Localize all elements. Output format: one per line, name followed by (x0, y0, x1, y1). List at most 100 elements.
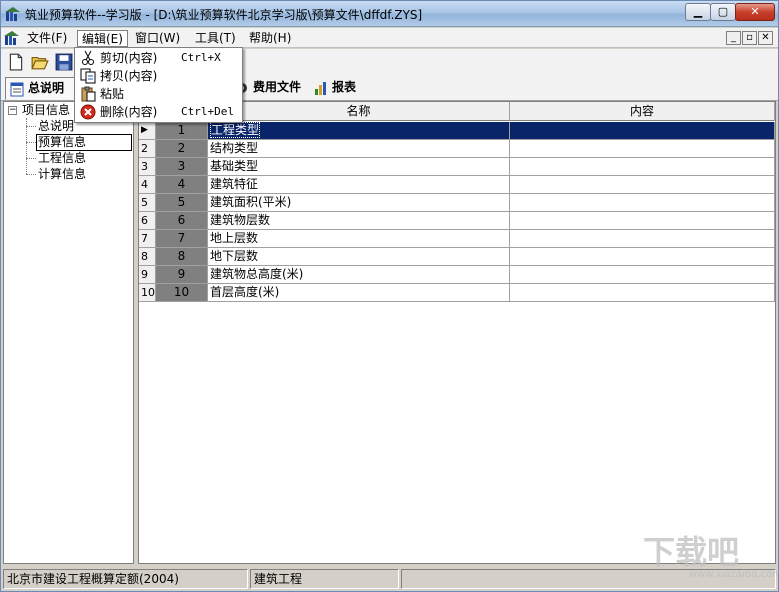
tab-label: 总说明 (28, 81, 65, 95)
table-row[interactable]: 8 8 地下层数 (139, 248, 775, 266)
row-index-cell: 1 (156, 122, 208, 140)
table-row[interactable]: 9 9 建筑物总高度(米) (139, 266, 775, 284)
content-cell[interactable] (510, 230, 775, 248)
main-window: 筑业预算软件--学习版 - [D:\筑业预算软件北京学习版\预算文件\dffdf… (0, 0, 779, 592)
row-header[interactable]: 9 (139, 266, 156, 284)
menu-delete-shortcut: Ctrl+Del (181, 105, 234, 118)
menu-help[interactable]: 帮助(H) (245, 30, 295, 47)
row-header[interactable]: 8 (139, 248, 156, 266)
project-tree[interactable]: − 项目信息 总说明 预算信息 工程信息 计算信息 (3, 101, 134, 564)
maximize-button[interactable]: ▢ (710, 3, 736, 21)
tree-collapse-icon[interactable]: − (8, 106, 17, 115)
table-row[interactable]: 6 6 建筑物层数 (139, 212, 775, 230)
new-file-icon[interactable] (7, 53, 25, 71)
mdi-minimize-button[interactable]: _ (726, 31, 741, 45)
menu-edit[interactable]: 编辑(E) (77, 30, 128, 47)
copy-icon (80, 68, 96, 84)
menu-tools[interactable]: 工具(T) (191, 30, 240, 47)
name-text: 建筑物总高度(米) (210, 267, 304, 281)
edit-dropdown-menu: 剪切(内容) Ctrl+X 拷贝(内容) 粘贴 删除(内容) Ctrl+Del (74, 47, 243, 123)
menu-paste[interactable]: 粘贴 (75, 85, 242, 103)
menu-window[interactable]: 窗口(W) (131, 30, 184, 47)
content-cell[interactable] (510, 212, 775, 230)
tree-item-budget-info[interactable]: 预算信息 (36, 134, 132, 151)
row-header[interactable]: 7 (139, 230, 156, 248)
table-row[interactable]: 10 10 首层高度(米) (139, 284, 775, 302)
open-folder-icon[interactable] (31, 53, 49, 71)
status-project-type: 建筑工程 (250, 569, 399, 589)
mdi-restore-button[interactable]: ▫ (742, 31, 757, 45)
table-row[interactable]: 2 2 结构类型 (139, 140, 775, 158)
tree-item-calc-info[interactable]: 计算信息 (38, 167, 86, 182)
row-header[interactable]: 5 (139, 194, 156, 212)
menu-file[interactable]: 文件(F) (23, 30, 71, 47)
name-cell[interactable]: 地下层数 (208, 248, 510, 266)
row-index-cell: 2 (156, 140, 208, 158)
name-cell[interactable]: 建筑特征 (208, 176, 510, 194)
content-cell[interactable] (510, 140, 775, 158)
scissors-icon (82, 50, 94, 65)
content-cell[interactable] (510, 248, 775, 266)
row-header[interactable]: 4 (139, 176, 156, 194)
row-index-cell: 5 (156, 194, 208, 212)
save-icon[interactable] (55, 53, 73, 71)
name-cell[interactable]: 建筑物总高度(米) (208, 266, 510, 284)
menu-copy[interactable]: 拷贝(内容) (75, 67, 242, 85)
title-bar[interactable]: 筑业预算软件--学习版 - [D:\筑业预算软件北京学习版\预算文件\dffdf… (1, 1, 778, 27)
minimize-button[interactable]: ▁ (685, 3, 711, 21)
menu-cut-label: 剪切(内容) (100, 51, 158, 65)
table-row[interactable]: 5 5 建筑面积(平米) (139, 194, 775, 212)
tab-reports[interactable]: 报表 (310, 77, 365, 100)
watermark-url: www.xiazaiba.com (689, 569, 779, 580)
row-header[interactable]: ▶ (139, 122, 156, 140)
tree-item-project-info[interactable]: 工程信息 (38, 151, 86, 166)
name-cell[interactable]: 基础类型 (208, 158, 510, 176)
menu-delete[interactable]: 删除(内容) Ctrl+Del (75, 103, 242, 121)
table-row[interactable]: 3 3 基础类型 (139, 158, 775, 176)
row-index-cell: 10 (156, 284, 208, 302)
name-cell[interactable]: 建筑面积(平米) (208, 194, 510, 212)
table-row[interactable]: 7 7 地上层数 (139, 230, 775, 248)
name-cell[interactable]: 结构类型 (208, 140, 510, 158)
chart-icon (315, 82, 326, 95)
close-button[interactable]: ✕ (735, 3, 775, 21)
row-index-cell: 3 (156, 158, 208, 176)
name-cell[interactable]: 首层高度(米) (208, 284, 510, 302)
table-row[interactable]: ▶ 1 工程类型 (139, 122, 775, 140)
content-cell[interactable] (510, 122, 775, 140)
row-header[interactable]: 3 (139, 158, 156, 176)
watermark-text: 下载吧 (643, 533, 739, 571)
info-grid[interactable]: 名称 内容 ▶ 1 工程类型 2 2 结构类型 3 3 基础类型 4 4 建筑特征 5 5 建筑面积(平米)… (138, 101, 776, 564)
row-header[interactable]: 6 (139, 212, 156, 230)
window-title: 筑业预算软件--学习版 - [D:\筑业预算软件北京学习版\预算文件\dffdf… (25, 8, 423, 22)
name-text: 建筑面积(平米) (210, 195, 292, 209)
menu-bar: 文件(F) 编辑(E) 窗口(W) 工具(T) 帮助(H) _ ▫ ✕ (1, 28, 778, 48)
name-text: 首层高度(米) (210, 285, 280, 299)
content-cell[interactable] (510, 176, 775, 194)
header-content[interactable]: 内容 (510, 102, 775, 121)
header-name[interactable]: 名称 (208, 102, 510, 121)
tab-cost-file[interactable]: 费用文件 (231, 77, 311, 100)
row-index-cell: 7 (156, 230, 208, 248)
row-index-cell: 4 (156, 176, 208, 194)
name-cell[interactable]: 地上层数 (208, 230, 510, 248)
name-cell[interactable]: 工程类型 (208, 122, 510, 140)
document-window-icon[interactable] (4, 30, 20, 46)
table-row[interactable]: 4 4 建筑特征 (139, 176, 775, 194)
row-index-cell: 6 (156, 212, 208, 230)
content-cell[interactable] (510, 284, 775, 302)
mdi-close-button[interactable]: ✕ (758, 31, 773, 45)
tree-item-general-notes[interactable]: 总说明 (38, 119, 74, 134)
content-cell[interactable] (510, 266, 775, 284)
name-text: 基础类型 (210, 159, 259, 173)
watermark-logo: 下载吧 www.xiazaiba.com (643, 533, 779, 580)
row-header[interactable]: 2 (139, 140, 156, 158)
name-text: 地上层数 (210, 231, 259, 245)
content-cell[interactable] (510, 158, 775, 176)
row-header[interactable]: 10 (139, 284, 156, 302)
content-cell[interactable] (510, 194, 775, 212)
tab-general-notes[interactable]: 总说明 (5, 77, 75, 100)
name-cell[interactable]: 建筑物层数 (208, 212, 510, 230)
tree-root-item[interactable]: 项目信息 (22, 103, 70, 118)
menu-cut[interactable]: 剪切(内容) Ctrl+X (75, 49, 242, 67)
